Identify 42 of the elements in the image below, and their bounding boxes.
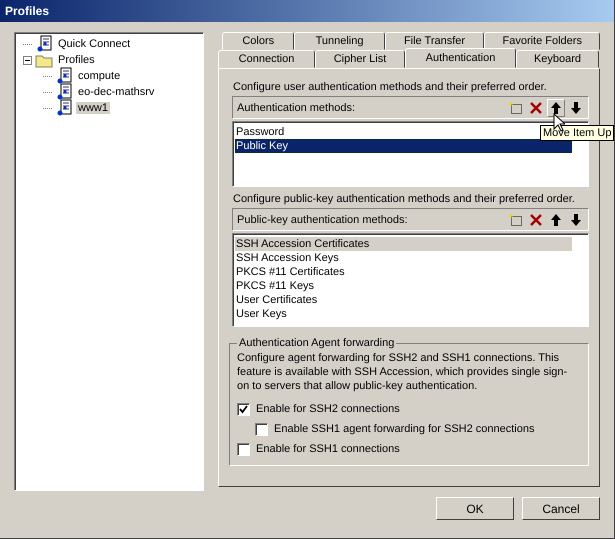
tree-item[interactable]: Profiles <box>56 54 97 66</box>
window-title: Profiles <box>5 4 50 18</box>
list-item[interactable]: SSH Accession Certificates <box>235 237 572 251</box>
tree-item[interactable]: www1 <box>76 102 110 114</box>
tree-item[interactable]: compute <box>76 70 122 82</box>
list-title: Public-key authentication methods: <box>237 214 408 226</box>
checkbox[interactable] <box>255 422 268 436</box>
move-up-button[interactable] <box>547 98 565 116</box>
tab[interactable]: Keyboard <box>516 50 599 68</box>
tree-item[interactable]: Quick Connect <box>56 38 132 50</box>
tab[interactable]: Tunneling <box>294 32 385 50</box>
list-item[interactable]: Public Key <box>235 139 572 153</box>
checkbox-label: Enable for SSH2 connections <box>256 403 400 415</box>
document-icon <box>55 83 73 101</box>
list-item[interactable]: SSH Accession Keys <box>235 251 572 265</box>
document-icon <box>35 35 53 53</box>
checkbox[interactable] <box>237 402 250 416</box>
ok-button[interactable]: OK <box>436 497 514 520</box>
list-item[interactable]: User Keys <box>235 307 572 321</box>
list-item[interactable]: PKCS #11 Certificates <box>235 265 572 279</box>
document-icon <box>55 67 73 85</box>
description-text: Configure user authentication methods and their preferred order. <box>233 81 548 93</box>
description-text: Configure agent forwarding for SSH2 and SSH1 connections. This feature is available with SSH Accession, which provides single sign-on to servers that allow public-key authentication. <box>237 351 568 393</box>
document-icon <box>55 99 73 117</box>
collapse-icon[interactable] <box>23 56 32 64</box>
cancel-button[interactable]: Cancel <box>522 497 600 520</box>
tab[interactable]: Authentication <box>405 48 516 68</box>
checkbox-label: Enable for SSH1 connections <box>256 443 400 455</box>
tab[interactable]: Connection <box>218 50 315 68</box>
tab[interactable]: File Transfer <box>384 32 484 50</box>
tooltip: Move Item Up <box>540 125 614 141</box>
tab[interactable]: Colors <box>222 32 294 50</box>
list-item[interactable]: PKCS #11 Keys <box>235 279 572 293</box>
description-text: Configure public-key authentication methods and their preferred order. <box>233 193 576 205</box>
list-title: Authentication methods: <box>237 102 356 114</box>
group-title: Authentication Agent forwarding <box>238 337 396 349</box>
tree-item[interactable]: eo-dec-mathsrv <box>76 86 156 98</box>
tab[interactable]: Cipher List <box>315 50 405 68</box>
list-item[interactable]: User Certificates <box>235 293 572 307</box>
checkbox-label: Enable SSH1 agent forwarding for SSH2 connections <box>274 423 534 435</box>
tab[interactable]: Favorite Folders <box>484 32 600 50</box>
checkbox[interactable] <box>237 442 250 456</box>
